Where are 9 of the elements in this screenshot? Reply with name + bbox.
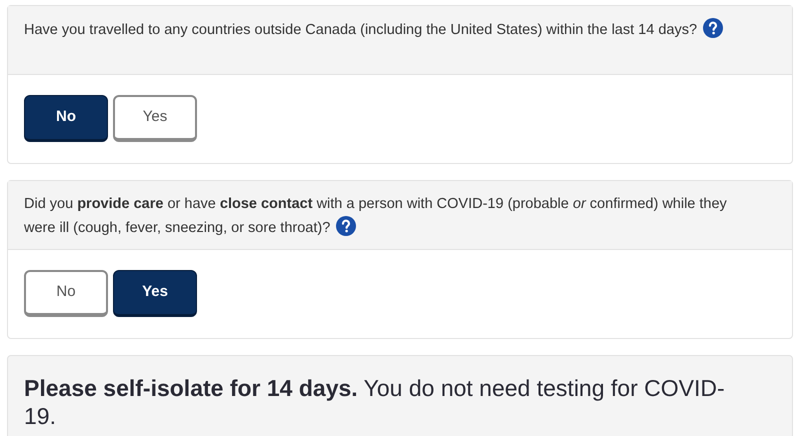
result-text: Please self-isolate for 14 days. You do not need testing for COVID-19. <box>24 374 726 430</box>
question-text: Have you travelled to any countries outside Canada (including the United States) within the last 14 days? <box>24 18 776 42</box>
help-icon[interactable] <box>703 18 724 38</box>
help-icon[interactable] <box>336 216 356 236</box>
answer-button[interactable]: No <box>24 270 108 317</box>
answer-button[interactable]: No <box>24 95 108 142</box>
question-text: Did you provide care or have close contact with a person with COVID-19 (probable or confirmed) while they were ill (cough, fever, sneezing, or sore throat)? <box>24 195 728 238</box>
answer-button[interactable]: Yes <box>113 95 197 142</box>
answer-button[interactable]: Yes <box>113 270 197 317</box>
